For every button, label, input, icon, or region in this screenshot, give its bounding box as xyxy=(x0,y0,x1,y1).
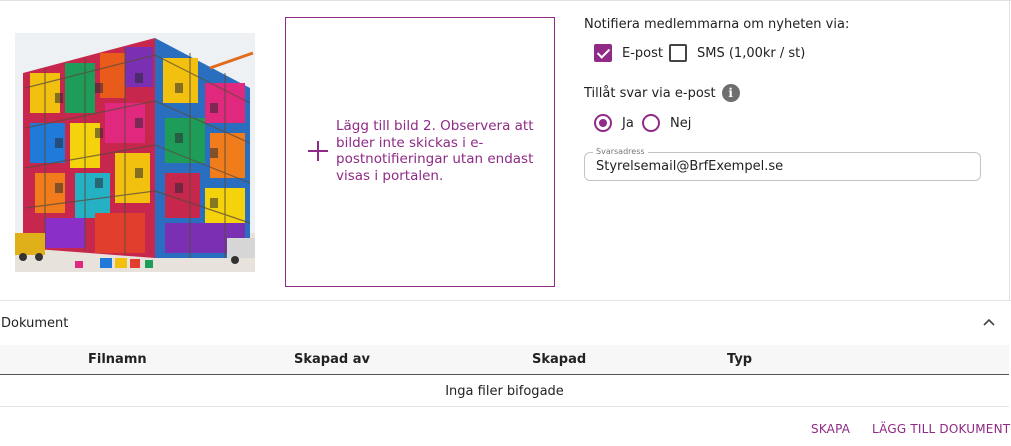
add-image-2-button[interactable]: Lägg till bild 2. Observera att bilder i… xyxy=(285,17,555,287)
reply-address-label: Svarsadress xyxy=(593,147,648,157)
sms-notify-label: SMS (1,00kr / st) xyxy=(697,45,806,61)
add-document-button[interactable]: LÄGG TILL DOKUMENT xyxy=(872,422,1010,436)
reply-no-radio[interactable]: Nej xyxy=(642,114,691,132)
chevron-up-icon[interactable] xyxy=(982,316,996,330)
news-image-1[interactable] xyxy=(15,33,255,272)
building-illustration xyxy=(15,33,255,272)
reply-title: Tillåt svar via e-post i xyxy=(584,84,740,102)
add-image-label: Lägg till bild 2. Observera att bilder i… xyxy=(336,118,534,184)
radio-unselected-icon[interactable] xyxy=(642,114,660,132)
add-image-content: Lägg till bild 2. Observera att bilder i… xyxy=(306,118,536,184)
documents-table-header: Filnamn Skapad av Skapad Typ xyxy=(0,345,1009,375)
info-icon[interactable]: i xyxy=(721,84,740,102)
checkbox-unchecked-icon[interactable] xyxy=(669,44,687,62)
plus-icon xyxy=(306,139,330,163)
documents-empty-text: Inga filer bifogade xyxy=(445,384,564,399)
top-divider xyxy=(0,0,1011,1)
radio-selected-icon[interactable] xyxy=(594,114,612,132)
create-document-button[interactable]: SKAPA xyxy=(811,422,850,436)
documents-empty-row: Inga filer bifogade xyxy=(0,376,1009,407)
checkbox-checked-icon[interactable] xyxy=(594,44,612,62)
reply-address-input[interactable] xyxy=(596,159,966,174)
sms-notify-checkbox[interactable]: SMS (1,00kr / st) xyxy=(669,44,805,62)
reply-yes-label: Ja xyxy=(622,115,634,131)
column-header-type[interactable]: Typ xyxy=(727,352,752,367)
documents-panel: Dokument Filnamn Skapad av Skapad Typ In… xyxy=(0,300,1011,446)
reply-no-label: Nej xyxy=(670,115,692,131)
email-notify-label: E-post xyxy=(622,45,663,61)
column-header-created-by[interactable]: Skapad av xyxy=(294,352,370,367)
email-notify-checkbox[interactable]: E-post xyxy=(594,44,663,62)
reply-yes-radio[interactable]: Ja xyxy=(594,114,634,132)
column-header-created[interactable]: Skapad xyxy=(532,352,586,367)
reply-title-text: Tillåt svar via e-post xyxy=(584,85,716,101)
notify-title: Notifiera medlemmarna om nyheten via: xyxy=(584,17,850,32)
column-header-filename[interactable]: Filnamn xyxy=(88,352,147,367)
reply-address-field[interactable]: Svarsadress xyxy=(584,147,981,181)
documents-title: Dokument xyxy=(1,316,69,331)
right-divider xyxy=(1009,0,1010,300)
